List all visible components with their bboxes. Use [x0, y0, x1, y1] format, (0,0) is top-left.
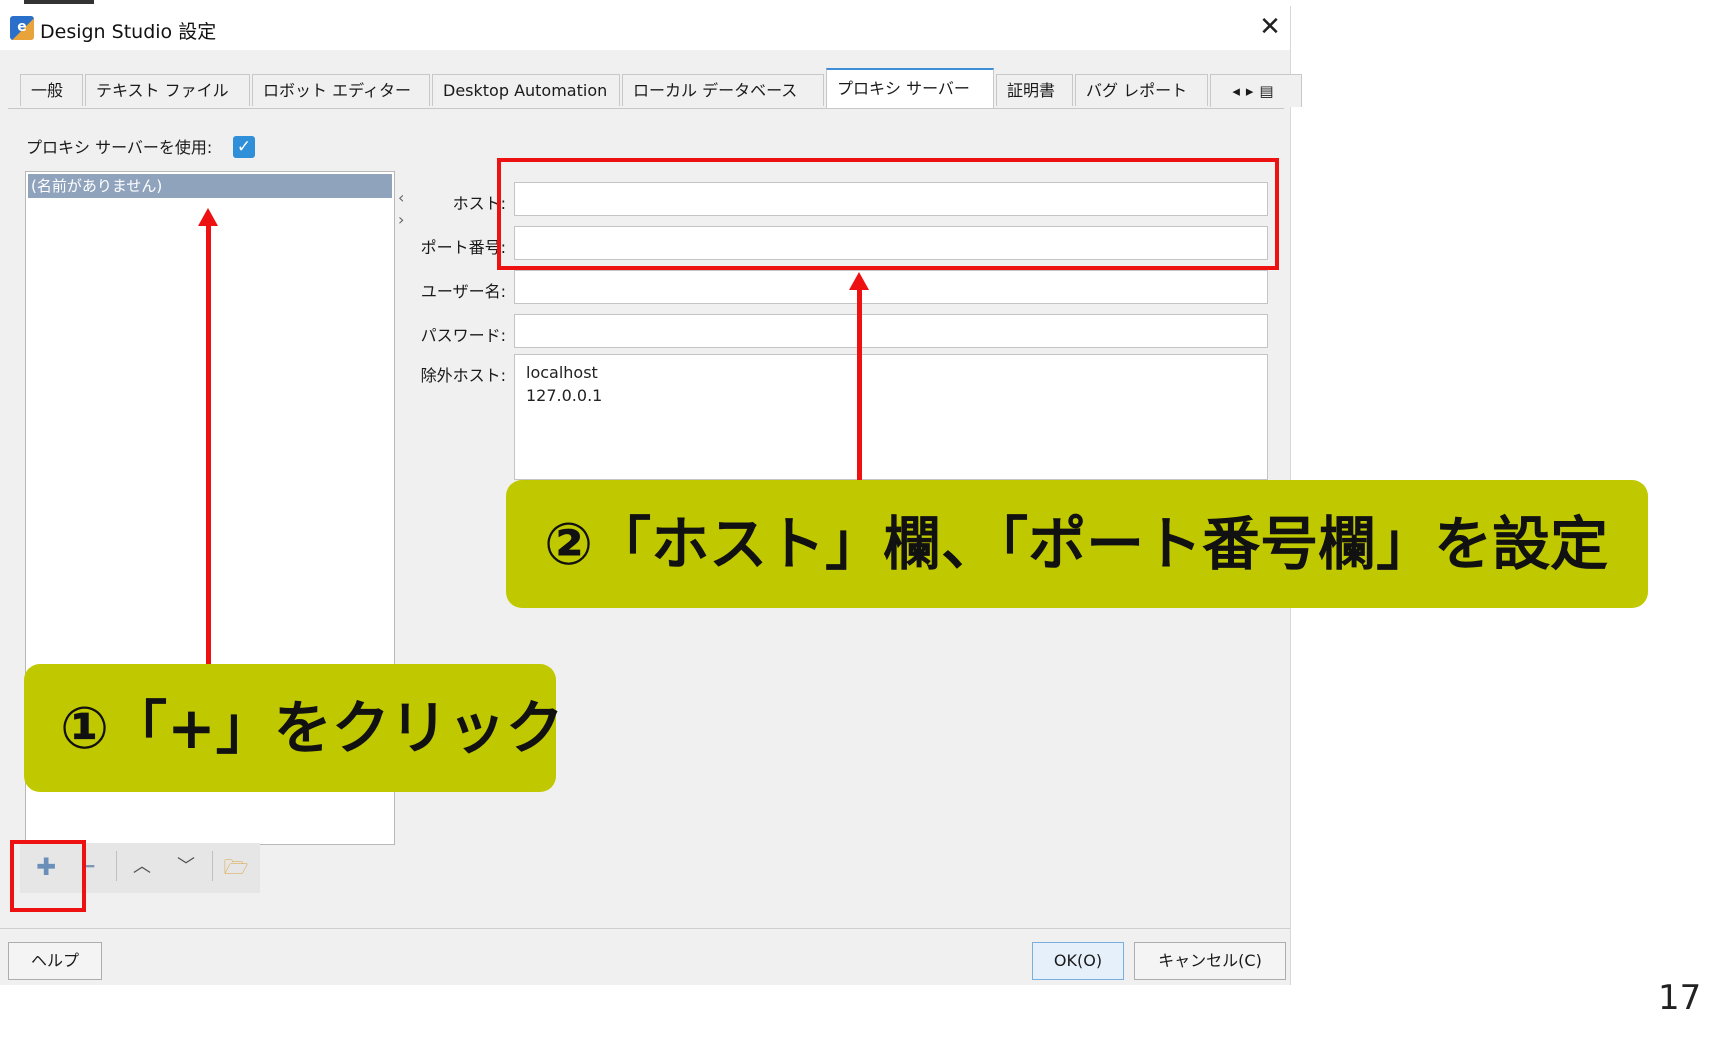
cancel-button[interactable]: キャンセル(C) — [1134, 942, 1286, 980]
exclude-host-entry: 127.0.0.1 — [526, 386, 603, 405]
exclude-hosts-textarea[interactable]: localhost 127.0.0.1 — [514, 354, 1268, 480]
highlight-add-button — [10, 840, 86, 912]
title-bar: e Design Studio 設定 ✕ — [0, 6, 1290, 50]
annotation-arrow-line — [857, 288, 862, 486]
tab-proxy-server[interactable]: プロキシ サーバー — [826, 68, 994, 108]
ok-button[interactable]: OK(O) — [1032, 942, 1124, 980]
annotation-arrowhead — [849, 272, 869, 290]
port-label: ポート番号: — [420, 238, 506, 257]
close-icon[interactable]: ✕ — [1254, 12, 1286, 44]
tab-robot-editor[interactable]: ロボット エディター — [252, 74, 430, 106]
tab-certificate[interactable]: 証明書 — [996, 74, 1073, 106]
exclude-hosts-label: 除外ホスト: — [420, 366, 506, 385]
tab-bar: 一般 テキスト ファイル ロボット エディター Desktop Automati… — [20, 68, 1302, 108]
window-title: Design Studio 設定 — [40, 21, 217, 43]
exclude-host-entry: localhost — [526, 363, 598, 382]
tab-desktop-automation[interactable]: Desktop Automation — [432, 74, 620, 106]
collapse-left-icon[interactable]: ‹ — [398, 188, 404, 207]
host-label: ホスト: — [452, 194, 506, 213]
footer-divider — [0, 928, 1290, 929]
callout-step-1: ①「+」をクリック — [24, 664, 564, 792]
password-label: パスワード: — [420, 326, 506, 345]
use-proxy-checkbox[interactable]: ✓ — [233, 136, 255, 158]
list-item[interactable]: (名前がありません) — [28, 174, 392, 198]
chevron-down-icon[interactable]: ﹀ — [170, 851, 202, 883]
username-input[interactable] — [514, 270, 1268, 304]
toolbar-separator — [116, 851, 117, 881]
annotation-arrow-line — [206, 224, 211, 668]
use-proxy-label: プロキシ サーバーを使用: — [26, 138, 213, 157]
tab-bug-report[interactable]: バグ レポート — [1075, 74, 1208, 106]
tab-general[interactable]: 一般 — [20, 74, 83, 106]
annotation-arrowhead — [198, 208, 218, 226]
highlight-host-port — [497, 158, 1279, 270]
username-label: ユーザー名: — [420, 282, 506, 301]
tab-divider — [8, 108, 1284, 109]
folder-icon[interactable]: 🗁 — [220, 851, 252, 883]
app-icon: e — [10, 16, 34, 40]
collapse-right-icon[interactable]: › — [398, 210, 404, 229]
tab-scroll-icons[interactable]: ◂▸▤ — [1210, 74, 1302, 107]
tab-local-database[interactable]: ローカル データベース — [622, 74, 824, 106]
callout-step-2: ②「ホスト」欄、「ポート番号欄」を設定 — [506, 480, 1648, 608]
toolbar-separator — [212, 851, 213, 881]
tab-text-file[interactable]: テキスト ファイル — [85, 74, 250, 106]
page-number: 17 — [1658, 978, 1702, 1018]
password-input[interactable] — [514, 314, 1268, 348]
chevron-up-icon[interactable]: ︿ — [126, 851, 158, 883]
help-button[interactable]: ヘルプ — [8, 942, 102, 980]
